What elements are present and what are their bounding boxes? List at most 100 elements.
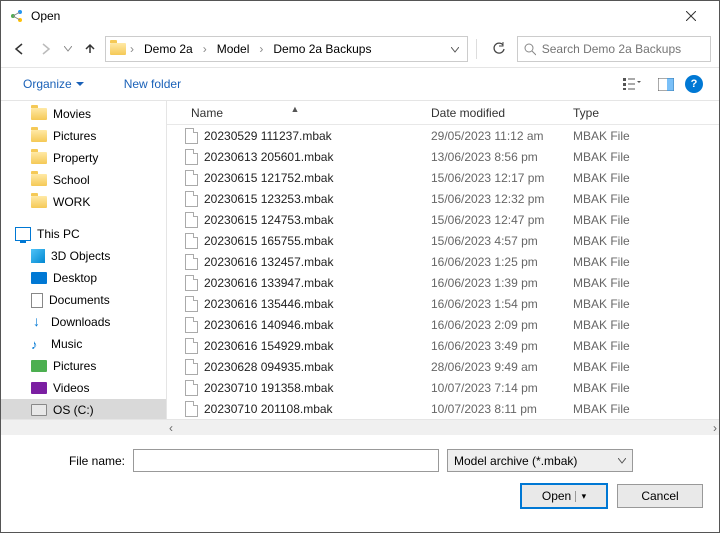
nav-row: › Demo 2a › Model › Demo 2a Backups [1, 31, 719, 67]
tree-this-pc[interactable]: This PC [1, 223, 166, 245]
column-header-name[interactable]: ▲Name [167, 106, 423, 120]
file-type: MBAK File [565, 129, 719, 143]
file-type: MBAK File [565, 150, 719, 164]
open-button[interactable]: Open ▾ [521, 484, 607, 508]
breadcrumb-item[interactable]: Demo 2a [138, 40, 199, 58]
file-row[interactable]: 20230710 201108.mbak10/07/2023 8:11 pmMB… [167, 398, 719, 419]
app-icon [9, 8, 25, 24]
file-icon [185, 401, 198, 417]
pc-icon [15, 227, 31, 241]
file-type-filter[interactable]: Model archive (*.mbak) [447, 449, 633, 472]
search-box[interactable] [517, 36, 711, 62]
folder-icon [31, 108, 47, 120]
file-date: 16/06/2023 2:09 pm [423, 318, 565, 332]
tree-folder-item[interactable]: WORK [1, 191, 166, 213]
file-date: 16/06/2023 1:39 pm [423, 276, 565, 290]
file-name: 20230615 124753.mbak [204, 213, 333, 227]
tree-item-label: School [53, 173, 90, 187]
address-bar[interactable]: › Demo 2a › Model › Demo 2a Backups [105, 36, 468, 62]
file-row[interactable]: 20230616 154929.mbak16/06/2023 3:49 pmMB… [167, 335, 719, 356]
file-row[interactable]: 20230616 133947.mbak16/06/2023 1:39 pmMB… [167, 272, 719, 293]
tree-item-label: Movies [53, 107, 91, 121]
recent-locations-button[interactable] [61, 46, 75, 52]
filename-input[interactable] [133, 449, 439, 472]
tree-pc-item[interactable]: OS (C:) [1, 399, 166, 419]
breadcrumb-item[interactable]: Demo 2a Backups [267, 40, 377, 58]
chevron-right-icon[interactable]: › [128, 42, 136, 56]
navigation-tree[interactable]: MoviesPicturesPropertySchoolWORKThis PC3… [1, 101, 167, 419]
music-icon [31, 337, 45, 351]
column-header-type[interactable]: Type [565, 106, 719, 120]
view-options-button[interactable] [617, 72, 647, 96]
file-row[interactable]: 20230529 111237.mbak29/05/2023 11:12 amM… [167, 125, 719, 146]
file-row[interactable]: 20230710 191358.mbak10/07/2023 7:14 pmMB… [167, 377, 719, 398]
tree-pc-item[interactable]: Documents [1, 289, 166, 311]
file-type: MBAK File [565, 360, 719, 374]
file-row[interactable]: 20230615 124753.mbak15/06/2023 12:47 pmM… [167, 209, 719, 230]
file-row[interactable]: 20230615 165755.mbak15/06/2023 4:57 pmMB… [167, 230, 719, 251]
file-row[interactable]: 20230616 140946.mbak16/06/2023 2:09 pmMB… [167, 314, 719, 335]
tree-folder-item[interactable]: Property [1, 147, 166, 169]
file-icon [185, 275, 198, 291]
column-header-date[interactable]: Date modified [423, 106, 565, 120]
tree-pc-item[interactable]: Videos [1, 377, 166, 399]
tree-item-label: OS (C:) [53, 403, 94, 417]
file-row[interactable]: 20230613 205601.mbak13/06/2023 8:56 pmMB… [167, 146, 719, 167]
file-icon [185, 317, 198, 333]
file-rows[interactable]: 20230529 111237.mbak29/05/2023 11:12 amM… [167, 125, 719, 419]
tree-pc-item[interactable]: Pictures [1, 355, 166, 377]
refresh-button[interactable] [485, 36, 513, 62]
file-type: MBAK File [565, 276, 719, 290]
file-date: 16/06/2023 1:25 pm [423, 255, 565, 269]
file-name: 20230710 191358.mbak [204, 381, 333, 395]
tree-pc-item[interactable]: Music [1, 333, 166, 355]
cancel-button[interactable]: Cancel [617, 484, 703, 508]
search-input[interactable] [542, 42, 704, 56]
file-icon [185, 128, 198, 144]
chevron-right-icon[interactable]: › [257, 42, 265, 56]
preview-pane-button[interactable] [651, 72, 681, 96]
vid-icon [31, 382, 47, 394]
doc-icon [31, 293, 43, 308]
folder-icon [31, 174, 47, 186]
file-row[interactable]: 20230616 132457.mbak16/06/2023 1:25 pmMB… [167, 251, 719, 272]
file-icon [185, 212, 198, 228]
tree-folder-item[interactable]: Movies [1, 103, 166, 125]
breadcrumb-item[interactable]: Model [211, 40, 256, 58]
file-date: 29/05/2023 11:12 am [423, 129, 565, 143]
sort-asc-icon: ▲ [291, 104, 300, 114]
tree-item-label: Desktop [53, 271, 97, 285]
file-name: 20230615 165755.mbak [204, 234, 333, 248]
file-icon [185, 191, 198, 207]
tree-folder-item[interactable]: Pictures [1, 125, 166, 147]
file-icon [185, 296, 198, 312]
file-row[interactable]: 20230615 123253.mbak15/06/2023 12:32 pmM… [167, 188, 719, 209]
address-history-button[interactable] [447, 42, 463, 56]
file-row[interactable]: 20230628 094935.mbak28/06/2023 9:49 amMB… [167, 356, 719, 377]
back-button[interactable] [9, 38, 31, 60]
file-row[interactable]: 20230616 135446.mbak16/06/2023 1:54 pmMB… [167, 293, 719, 314]
file-date: 10/07/2023 7:14 pm [423, 381, 565, 395]
forward-button[interactable] [35, 38, 57, 60]
file-icon [185, 380, 198, 396]
up-button[interactable] [79, 38, 101, 60]
new-folder-button[interactable]: New folder [118, 73, 187, 95]
file-type: MBAK File [565, 339, 719, 353]
tree-pc-item[interactable]: 3D Objects [1, 245, 166, 267]
tree-pc-item[interactable]: Downloads [1, 311, 166, 333]
folder-icon [31, 130, 47, 142]
file-name: 20230628 094935.mbak [204, 360, 333, 374]
help-button[interactable]: ? [685, 75, 703, 93]
file-icon [185, 254, 198, 270]
tree-pc-item[interactable]: Desktop [1, 267, 166, 289]
file-date: 16/06/2023 1:54 pm [423, 297, 565, 311]
horizontal-scrollbar[interactable]: ‹› [1, 419, 719, 435]
chevron-right-icon[interactable]: › [201, 42, 209, 56]
close-button[interactable] [671, 2, 711, 30]
tree-folder-item[interactable]: School [1, 169, 166, 191]
file-type: MBAK File [565, 234, 719, 248]
organize-button[interactable]: Organize [17, 73, 90, 95]
file-row[interactable]: 20230615 121752.mbak15/06/2023 12:17 pmM… [167, 167, 719, 188]
file-type: MBAK File [565, 171, 719, 185]
file-type: MBAK File [565, 255, 719, 269]
